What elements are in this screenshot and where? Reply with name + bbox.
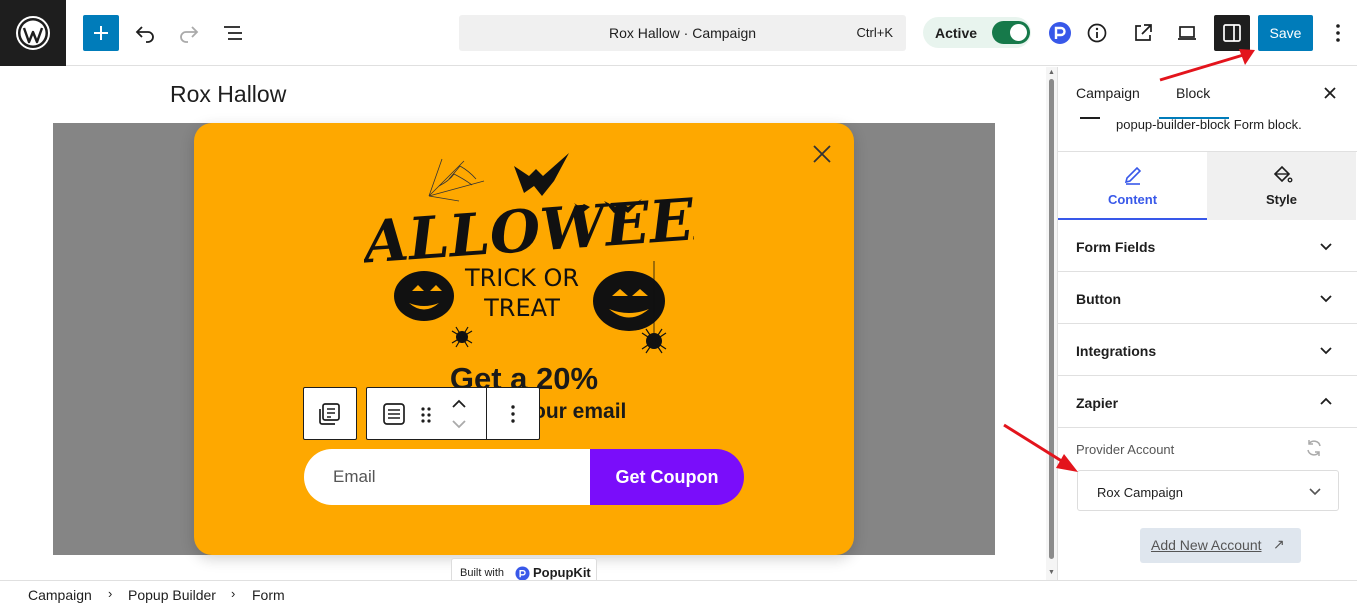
tab-content[interactable]: Content (1058, 152, 1207, 220)
settings-sidebar-toggle[interactable] (1214, 15, 1250, 51)
toggle-knob (1010, 24, 1027, 41)
more-vertical-icon (1336, 24, 1340, 42)
status-toggle-pill: Active (923, 17, 1031, 48)
external-arrow-icon: ↗ (1273, 536, 1285, 552)
pencil-icon (1124, 166, 1142, 185)
scroll-up-arrow-icon[interactable]: ▲ (1048, 69, 1055, 76)
tab-campaign[interactable]: Campaign (1076, 85, 1140, 101)
drag-handle-icon[interactable] (419, 405, 433, 425)
panel-title: Integrations (1076, 343, 1157, 359)
breadcrumb-campaign[interactable]: Campaign (28, 587, 92, 603)
wordpress-logo-button[interactable] (0, 0, 66, 66)
popupkit-logo-icon (515, 566, 530, 580)
chevron-up-icon (1320, 397, 1332, 405)
document-title: Rox Hallow · Campaign (608, 25, 757, 41)
add-new-account-button[interactable]: Add New Account ↗ (1140, 528, 1301, 563)
add-block-button[interactable] (83, 15, 119, 51)
add-account-label: Add New Account (1151, 537, 1262, 553)
redo-button[interactable] (171, 15, 207, 51)
breadcrumb-chevron-icon: › (108, 586, 113, 601)
tab-style-label: Style (1265, 192, 1298, 207)
svg-text:TREAT: TREAT (483, 294, 560, 322)
redo-icon (180, 26, 199, 43)
breadcrumb-chevron-icon: › (231, 586, 236, 601)
move-up-icon[interactable] (449, 396, 469, 412)
editor-toolbar: Rox Hallow · Campaign Ctrl+K Active Save (0, 0, 1357, 66)
chevron-down-icon (1320, 243, 1332, 251)
plus-icon (94, 26, 108, 40)
email-placeholder: Email (333, 467, 376, 486)
command-palette-bar[interactable]: Rox Hallow · Campaign Ctrl+K (459, 15, 906, 51)
more-options-icon[interactable] (510, 404, 516, 424)
provider-account-select[interactable]: Rox Campaign (1077, 470, 1339, 511)
move-down-icon[interactable] (449, 416, 469, 432)
popupkit-brand: PopupKit (533, 565, 591, 580)
view-external-button[interactable] (1125, 15, 1161, 51)
breadcrumb-form[interactable]: Form (252, 587, 285, 603)
device-preview-button[interactable] (1169, 15, 1205, 51)
panel-form-fields[interactable]: Form Fields (1058, 220, 1357, 272)
chevron-down-icon (1309, 488, 1321, 496)
chevron-down-icon (1320, 295, 1332, 303)
status-label: Active (935, 25, 978, 41)
halloween-art-icon: HALLOWEEN TRICK OR TREAT (364, 153, 694, 354)
page-title[interactable]: Rox Hallow (170, 81, 286, 108)
popupkit-button[interactable] (1042, 15, 1078, 51)
panel-title: Zapier (1076, 395, 1119, 411)
details-button[interactable] (1079, 15, 1115, 51)
block-card-icon (1080, 117, 1100, 119)
tab-content-label: Content (1107, 192, 1158, 207)
keyboard-shortcut-label: Ctrl+K (856, 25, 893, 40)
editor-app: Rox Hallow · Campaign Ctrl+K Active Save… (0, 0, 1357, 605)
laptop-icon (1178, 26, 1196, 40)
external-link-icon (1135, 24, 1152, 41)
block-breadcrumb: Campaign › Popup Builder › Form (0, 580, 1357, 605)
close-sidebar-icon[interactable] (1320, 83, 1340, 103)
undo-button[interactable] (127, 15, 163, 51)
undo-icon (135, 26, 154, 43)
form-block-icon (319, 402, 340, 425)
active-toggle[interactable] (992, 21, 1030, 44)
settings-sidebar: Campaign Block popup-builder-block Form … (1057, 67, 1357, 580)
popup-subheadline[interactable]: our email (533, 400, 626, 424)
svg-text:TRICK OR: TRICK OR (464, 264, 579, 292)
scroll-thumb[interactable] (1049, 79, 1054, 559)
built-with-label: Built with (460, 567, 505, 579)
provider-account-label: Provider Account (1076, 442, 1175, 457)
panel-title: Button (1076, 291, 1122, 307)
panel-zapier[interactable]: Zapier (1058, 376, 1357, 428)
canvas-scrollbar[interactable]: ▲ ▼ (1046, 67, 1057, 580)
panel-integrations[interactable]: Integrations (1058, 324, 1357, 376)
panel-title: Form Fields (1076, 239, 1156, 255)
get-coupon-button[interactable]: Get Coupon (590, 449, 744, 505)
refresh-icon[interactable] (1304, 438, 1324, 458)
save-button[interactable]: Save (1258, 15, 1313, 51)
popupkit-icon (1049, 22, 1071, 44)
panel-button[interactable]: Button (1058, 272, 1357, 324)
tab-block[interactable]: Block (1176, 85, 1210, 101)
built-with-badge[interactable]: Built with PopupKit (451, 558, 597, 580)
sidebar-icon (1223, 24, 1241, 42)
wordpress-icon (16, 16, 50, 50)
block-description: popup-builder-block Form block. (1116, 117, 1302, 132)
breadcrumb-popup-builder[interactable]: Popup Builder (128, 587, 216, 603)
select-parent-block-button[interactable] (303, 387, 357, 440)
block-type-icon[interactable] (381, 401, 407, 427)
block-toolbar (366, 387, 540, 440)
editor-canvas: Rox Hallow HALLOWEEN TRICK OR TREAT Get … (0, 67, 1046, 580)
document-overview-button[interactable] (215, 15, 251, 51)
options-menu-button[interactable] (1321, 15, 1355, 51)
popup-close-icon[interactable] (811, 143, 833, 165)
email-field[interactable]: Email (304, 449, 594, 505)
selected-account: Rox Campaign (1097, 485, 1183, 500)
list-view-icon (224, 26, 242, 40)
info-icon (1087, 23, 1107, 43)
popup-container[interactable]: HALLOWEEN TRICK OR TREAT Get a 20% our e… (194, 123, 854, 555)
toolbar-divider (486, 388, 487, 439)
tab-style[interactable]: Style (1207, 152, 1356, 220)
chevron-down-icon (1320, 347, 1332, 355)
paint-bucket-icon (1273, 165, 1293, 183)
scroll-down-arrow-icon[interactable]: ▼ (1048, 569, 1055, 576)
